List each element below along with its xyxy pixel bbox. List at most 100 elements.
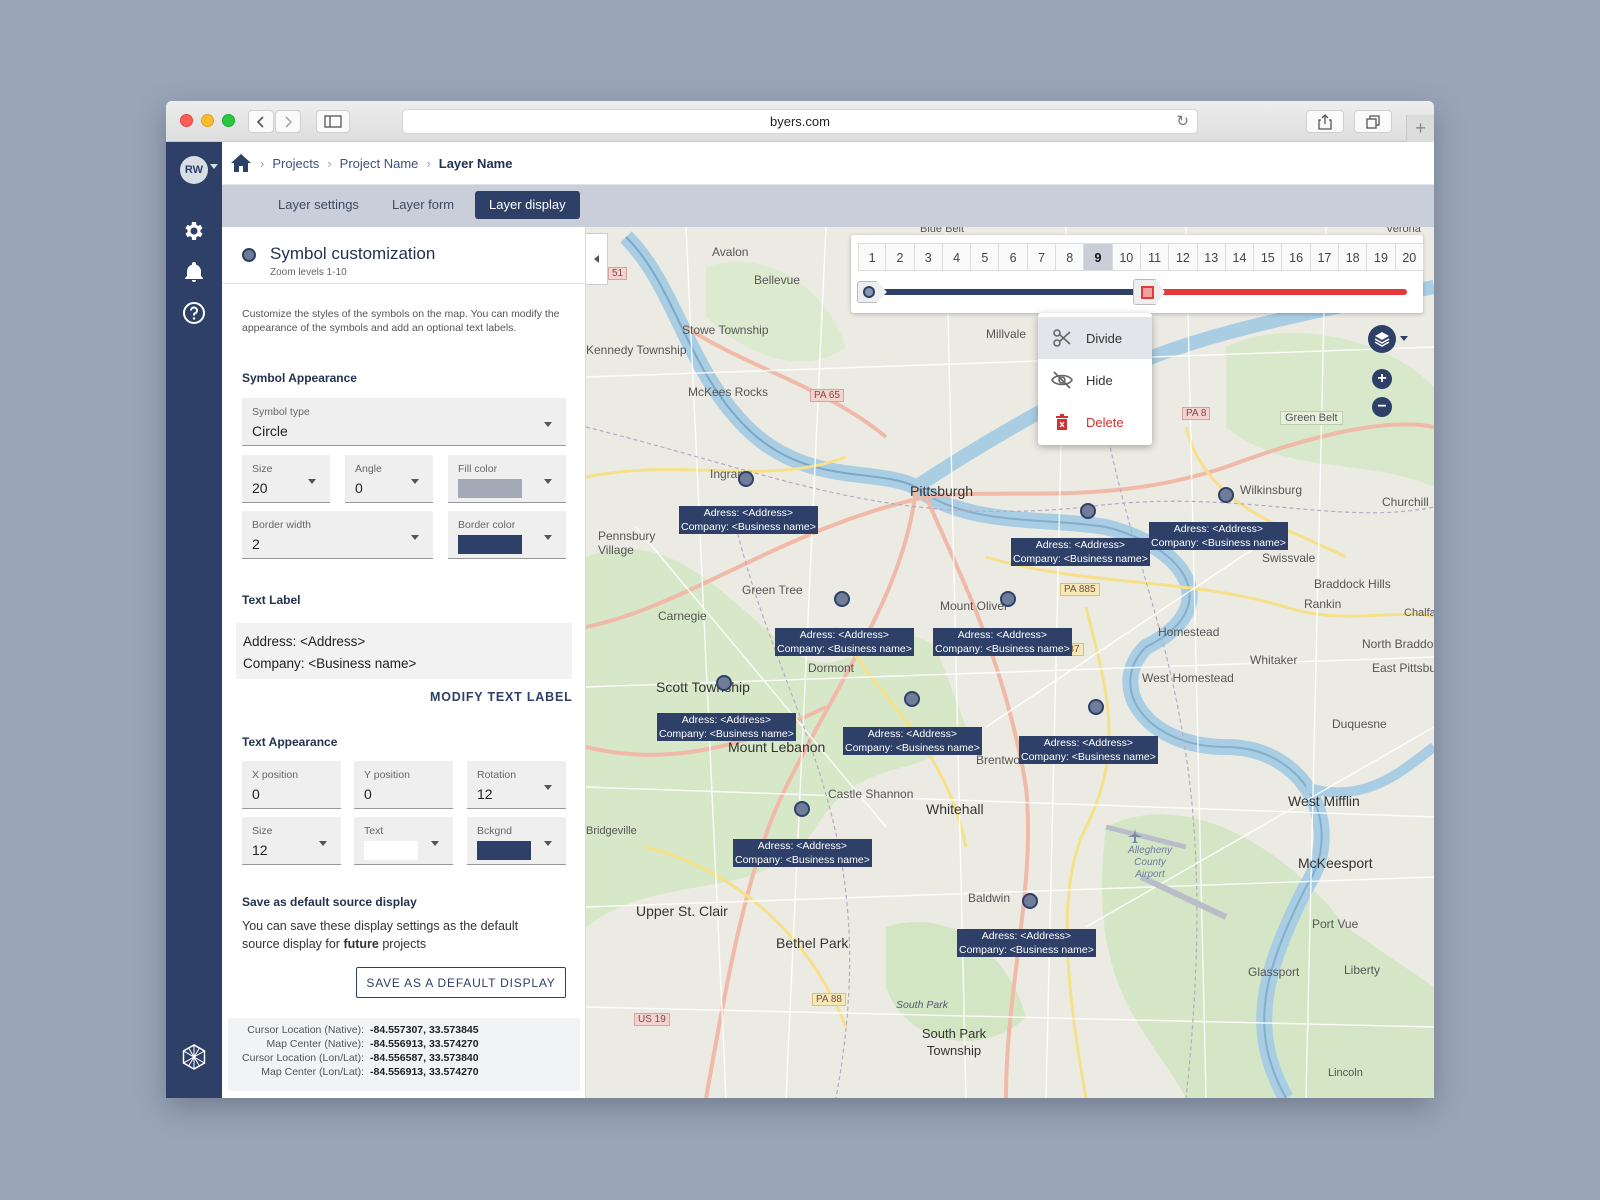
symbol-type-select[interactable]: Symbol type Circle [242, 398, 566, 446]
zoom-level-10[interactable]: 10 [1112, 243, 1141, 271]
tab-layer-settings[interactable]: Layer settings [264, 191, 373, 219]
new-tab-button[interactable]: + [1406, 115, 1434, 142]
share-button[interactable] [1306, 110, 1344, 133]
save-default-description: You can save these display settings as t… [242, 917, 542, 953]
eye-off-icon [1038, 371, 1086, 389]
zoom-level-8[interactable]: 8 [1056, 243, 1085, 271]
marker-label-company: Company: <Business name> [735, 854, 870, 866]
x-position-input[interactable]: X position 0 [242, 761, 341, 809]
zoom-in-button[interactable]: + [1372, 369, 1392, 389]
zoom-level-16[interactable]: 16 [1282, 243, 1311, 271]
map-marker[interactable] [1000, 591, 1016, 607]
coordinate-label: Cursor Location (Native): [247, 1024, 364, 1036]
chevron-down-icon[interactable] [1400, 336, 1408, 341]
marker-label-address: Adress: <Address> [1043, 737, 1134, 749]
menu-item-hide[interactable]: Hide [1038, 359, 1152, 401]
coordinate-row: Cursor Location (Lon/Lat): -84.556587, 33… [228, 1051, 580, 1065]
zoom-level-4[interactable]: 4 [942, 243, 972, 271]
zoom-level-7[interactable]: 7 [1027, 243, 1057, 271]
background-color-swatch [477, 841, 531, 860]
symbol-angle-select[interactable]: Angle 0 [345, 455, 433, 503]
panel-description: Customize the styles of the symbols on t… [242, 308, 560, 334]
zoom-level-1[interactable]: 1 [858, 243, 887, 271]
menu-item-divide[interactable]: Divide [1038, 317, 1152, 359]
zoom-level-12[interactable]: 12 [1169, 243, 1198, 271]
menu-item-delete[interactable]: Delete [1038, 401, 1152, 443]
zoom-level-19[interactable]: 19 [1367, 243, 1396, 271]
tab-layer-display[interactable]: Layer display [475, 191, 580, 219]
zoom-level-20[interactable]: 20 [1395, 243, 1424, 271]
fill-color-picker[interactable]: Fill color [448, 455, 566, 503]
collapse-panel-button[interactable] [586, 233, 608, 285]
save-default-display-button[interactable]: SAVE AS A DEFAULT DISPLAY [356, 967, 566, 998]
zoom-level-6[interactable]: 6 [999, 243, 1028, 271]
text-size-select[interactable]: Size 12 [242, 817, 341, 865]
modify-text-label-button[interactable]: MODIFY TEXT LABEL [430, 690, 573, 704]
place-label: Bridgeville [586, 825, 637, 837]
forward-button[interactable] [275, 110, 301, 133]
zoom-level-14[interactable]: 14 [1225, 243, 1255, 271]
coordinate-row: Map Center (Native): -84.556913, 33.57427… [228, 1037, 580, 1051]
chevron-down-icon [544, 785, 552, 790]
map-marker[interactable] [1080, 503, 1096, 519]
zoom-level-3[interactable]: 3 [914, 243, 943, 271]
scissors-icon [1038, 328, 1086, 348]
zoom-out-button[interactable]: − [1372, 397, 1392, 417]
map-canvas[interactable]: Avalon Bellevue Stowe Township Kennedy T… [586, 227, 1434, 1098]
symbol-size-select[interactable]: Size 20 [242, 455, 330, 503]
zoom-level-2[interactable]: 2 [886, 243, 915, 271]
place-label: West Homestead [1142, 671, 1234, 685]
layers-button[interactable] [1368, 325, 1396, 353]
sidebar-toggle-button[interactable] [316, 110, 350, 133]
place-label: Green Belt [1280, 411, 1343, 425]
reload-icon[interactable]: ↻ [1176, 110, 1189, 134]
zoom-level-15[interactable]: 15 [1254, 243, 1283, 271]
avatar[interactable]: RW [180, 156, 208, 184]
zoom-level-9[interactable]: 9 [1084, 243, 1113, 271]
close-window-button[interactable] [180, 114, 193, 127]
place-label: Homestead [1158, 625, 1220, 639]
zoom-level-11[interactable]: 11 [1140, 243, 1170, 271]
text-color-picker[interactable]: Text [354, 817, 453, 865]
map-marker[interactable] [834, 591, 850, 607]
place-label: Churchill [1382, 495, 1429, 509]
maximize-window-button[interactable] [222, 114, 235, 127]
map-marker[interactable] [738, 471, 754, 487]
chevron-down-icon[interactable] [210, 164, 218, 169]
url-text: byers.com [770, 114, 830, 129]
map-marker[interactable] [794, 801, 810, 817]
address-bar[interactable]: byers.com ↻ [402, 109, 1198, 134]
border-width-select[interactable]: Border width 2 [242, 511, 433, 559]
marker-label-company: Company: <Business name> [935, 643, 1070, 655]
background-color-picker[interactable]: Bckgnd [467, 817, 566, 865]
zoom-level-18[interactable]: 18 [1339, 243, 1368, 271]
bell-icon[interactable] [181, 259, 207, 285]
border-color-picker[interactable]: Border color [448, 511, 566, 559]
zoom-level-17[interactable]: 17 [1310, 243, 1340, 271]
minimize-window-button[interactable] [201, 114, 214, 127]
zoom-level-13[interactable]: 13 [1197, 243, 1226, 271]
y-position-input[interactable]: Y position 0 [354, 761, 453, 809]
gear-icon[interactable] [181, 218, 207, 244]
zoom-level-5[interactable]: 5 [971, 243, 1000, 271]
place-label: Carnegie [658, 609, 707, 623]
map-marker[interactable] [904, 691, 920, 707]
home-icon[interactable] [230, 153, 252, 173]
range-start-handle[interactable] [857, 281, 887, 303]
coordinate-value: -84.556913, 33.574270 [370, 1066, 479, 1078]
place-label: Allegheny County Airport [1128, 845, 1172, 880]
map-marker[interactable] [1088, 699, 1104, 715]
map-marker[interactable] [716, 675, 732, 691]
tab-layer-form[interactable]: Layer form [378, 191, 468, 219]
map-marker[interactable] [1022, 893, 1038, 909]
help-icon[interactable] [181, 300, 207, 326]
place-label: Whitaker [1250, 653, 1298, 667]
coordinate-value: -84.556587, 33.573840 [370, 1052, 479, 1064]
breadcrumb-projects[interactable]: Projects [272, 156, 319, 171]
range-split-handle[interactable] [1133, 279, 1165, 305]
map-marker[interactable] [1218, 487, 1234, 503]
breadcrumb-project-name[interactable]: Project Name [340, 156, 419, 171]
rotation-select[interactable]: Rotation 12 [467, 761, 566, 809]
back-button[interactable] [248, 110, 274, 133]
tabs-overview-button[interactable] [1354, 110, 1392, 133]
